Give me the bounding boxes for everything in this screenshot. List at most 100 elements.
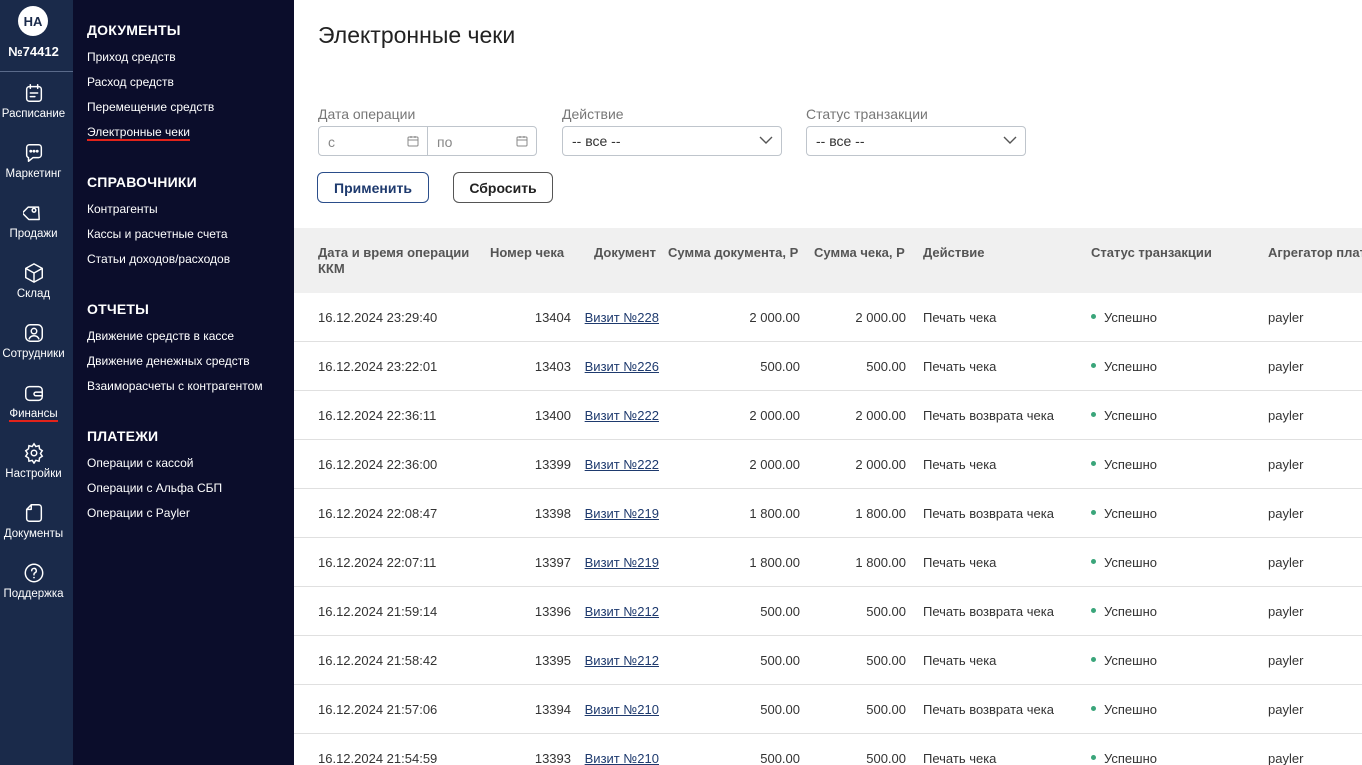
rail-item-employees[interactable]: Сотрудники: [0, 322, 67, 378]
status-dot-icon: [1091, 657, 1096, 663]
date-to-input[interactable]: по: [427, 127, 536, 155]
rail-item-support[interactable]: Поддержка: [0, 562, 67, 618]
calendar-icon[interactable]: [407, 135, 419, 147]
subnav-link-cash-operations[interactable]: Операции с кассой: [87, 456, 194, 470]
cell-action: Печать возврата чека: [923, 506, 1054, 521]
cell-aggregator: payler: [1268, 310, 1304, 325]
cell-document-link[interactable]: Визит №210: [585, 702, 659, 717]
column-header-document[interactable]: Документ: [594, 245, 656, 261]
subnav-link-transfer[interactable]: Перемещение средств: [87, 100, 214, 114]
subnav-link-alfa-sbp[interactable]: Операции с Альфа СБП: [87, 481, 222, 495]
calendar-icon[interactable]: [516, 135, 528, 147]
column-header-aggregator[interactable]: Агрегатор плат: [1268, 245, 1362, 261]
column-header-status[interactable]: Статус транзакции: [1091, 245, 1212, 261]
date-to-placeholder: по: [437, 134, 453, 150]
status-dot-icon: [1091, 461, 1096, 467]
table-row[interactable]: 16.12.2024 21:59:14 13396 Визит №212 500.00…: [294, 587, 1362, 636]
column-header-receipt-sum[interactable]: Сумма чека, Р: [814, 245, 905, 261]
cell-aggregator: payler: [1268, 359, 1304, 374]
table-row[interactable]: 16.12.2024 22:36:00 13399 Визит №222 2 000.…: [294, 440, 1362, 489]
cell-aggregator: payler: [1268, 604, 1304, 619]
main-content: Электронные чеки Дата операции с по Дейс…: [294, 0, 1362, 765]
cell-status: Успешно: [1091, 310, 1157, 325]
rail-divider: [0, 71, 73, 72]
cell-datetime: 16.12.2024 22:07:11: [318, 555, 437, 570]
status-dot-icon: [1091, 363, 1096, 369]
cell-receipt-sum: 500.00: [866, 604, 906, 619]
subnav-link-cash-movement[interactable]: Движение средств в кассе: [87, 329, 234, 343]
subnav-link-money-flow[interactable]: Движение денежных средств: [87, 354, 250, 368]
subnav-link-income-expense-items[interactable]: Статьи доходов/расходов: [87, 252, 230, 266]
cell-datetime: 16.12.2024 21:54:59: [318, 751, 438, 765]
table-row[interactable]: 16.12.2024 21:57:06 13394 Визит №210 500.00…: [294, 685, 1362, 734]
subnav-link-payler[interactable]: Операции с Payler: [87, 506, 190, 520]
cell-status: Успешно: [1091, 653, 1157, 668]
cell-aggregator: payler: [1268, 751, 1304, 765]
cell-action: Печать возврата чека: [923, 702, 1054, 717]
table-row[interactable]: 16.12.2024 22:07:11 13397 Визит №219 1 800.…: [294, 538, 1362, 587]
chevron-down-icon: [1003, 136, 1017, 144]
table-row[interactable]: 16.12.2024 23:22:01 13403 Визит №226 500.00…: [294, 342, 1362, 391]
subnav-link-settlements[interactable]: Взаиморасчеты с контрагентом: [87, 379, 263, 393]
rail-item-sales[interactable]: Продажи: [0, 202, 67, 258]
subnav-link-counterparties[interactable]: Контрагенты: [87, 202, 158, 216]
cell-action: Печать чека: [923, 310, 997, 325]
subnav-link-cash-accounts[interactable]: Кассы и расчетные счета: [87, 227, 228, 241]
apply-button[interactable]: Применить: [317, 172, 429, 203]
cell-document-link[interactable]: Визит №210: [585, 751, 659, 765]
cell-document-link[interactable]: Визит №222: [585, 457, 659, 472]
avatar[interactable]: НА: [18, 6, 48, 36]
rail-item-documents[interactable]: Документы: [0, 502, 67, 558]
cell-receipt-sum: 2 000.00: [855, 408, 906, 423]
cell-receipt-number: 13393: [534, 751, 571, 765]
subnav-link-e-receipts[interactable]: Электронные чеки: [87, 125, 190, 141]
cell-status: Успешно: [1091, 506, 1157, 521]
subnav-link-income[interactable]: Приход средств: [87, 50, 176, 64]
cell-document-link[interactable]: Визит №212: [585, 653, 659, 668]
cell-document-link[interactable]: Визит №219: [585, 506, 659, 521]
table-row[interactable]: 16.12.2024 23:29:40 13404 Визит №228 2 000.…: [294, 293, 1362, 342]
status-select[interactable]: -- все --: [806, 126, 1026, 156]
rail-item-settings[interactable]: Настройки: [0, 442, 67, 498]
calendar-icon: [25, 84, 42, 102]
reset-button[interactable]: Сбросить: [453, 172, 553, 203]
rail-item-marketing[interactable]: Маркетинг: [0, 142, 67, 198]
column-header-datetime[interactable]: Дата и время операции ККМ: [318, 245, 483, 277]
cell-document-link[interactable]: Визит №212: [585, 604, 659, 619]
column-header-document-sum[interactable]: Сумма документа, Р: [668, 245, 798, 261]
table-row[interactable]: 16.12.2024 21:58:42 13395 Визит №212 500.00…: [294, 636, 1362, 685]
rail-item-warehouse[interactable]: Склад: [0, 262, 67, 318]
chat-icon: [25, 144, 42, 162]
cell-aggregator: payler: [1268, 506, 1304, 521]
rail-item-schedule[interactable]: Расписание: [0, 82, 67, 138]
subnav-link-expense[interactable]: Расход средств: [87, 75, 174, 89]
cell-status: Успешно: [1091, 359, 1157, 374]
date-from-input[interactable]: с: [319, 127, 427, 155]
table-row[interactable]: 16.12.2024 21:54:59 13393 Визит №210 500.00…: [294, 734, 1362, 765]
cell-status: Успешно: [1091, 702, 1157, 717]
cell-document-link[interactable]: Визит №226: [585, 359, 659, 374]
cell-receipt-sum: 500.00: [866, 359, 906, 374]
action-select[interactable]: -- все --: [562, 126, 782, 156]
cell-document-link[interactable]: Визит №228: [585, 310, 659, 325]
chevron-down-icon: [759, 136, 773, 144]
section-title-documents: ДОКУМЕНТЫ: [87, 22, 181, 38]
table-row[interactable]: 16.12.2024 22:36:11 13400 Визит №222 2 000.…: [294, 391, 1362, 440]
column-header-action[interactable]: Действие: [923, 245, 984, 261]
tag-icon: [22, 206, 40, 221]
cell-receipt-sum: 2 000.00: [855, 457, 906, 472]
status-text: Успешно: [1104, 751, 1157, 765]
column-header-receipt-number[interactable]: Номер чека: [490, 245, 564, 261]
section-title-references: СПРАВОЧНИКИ: [87, 174, 197, 190]
cell-action: Печать чека: [923, 457, 997, 472]
cell-document-link[interactable]: Визит №219: [585, 555, 659, 570]
table-header: Дата и время операции ККМ Номер чека Док…: [294, 228, 1362, 293]
cell-datetime: 16.12.2024 21:57:06: [318, 702, 438, 717]
cell-receipt-number: 13403: [534, 359, 571, 374]
rail-item-finance[interactable]: Финансы: [0, 382, 67, 438]
status-text: Успешно: [1104, 702, 1157, 717]
table-row[interactable]: 16.12.2024 22:08:47 13398 Визит №219 1 800.…: [294, 489, 1362, 538]
cell-document-link[interactable]: Визит №222: [585, 408, 659, 423]
account-number: №74412: [8, 44, 59, 59]
cell-receipt-sum: 500.00: [866, 751, 906, 765]
